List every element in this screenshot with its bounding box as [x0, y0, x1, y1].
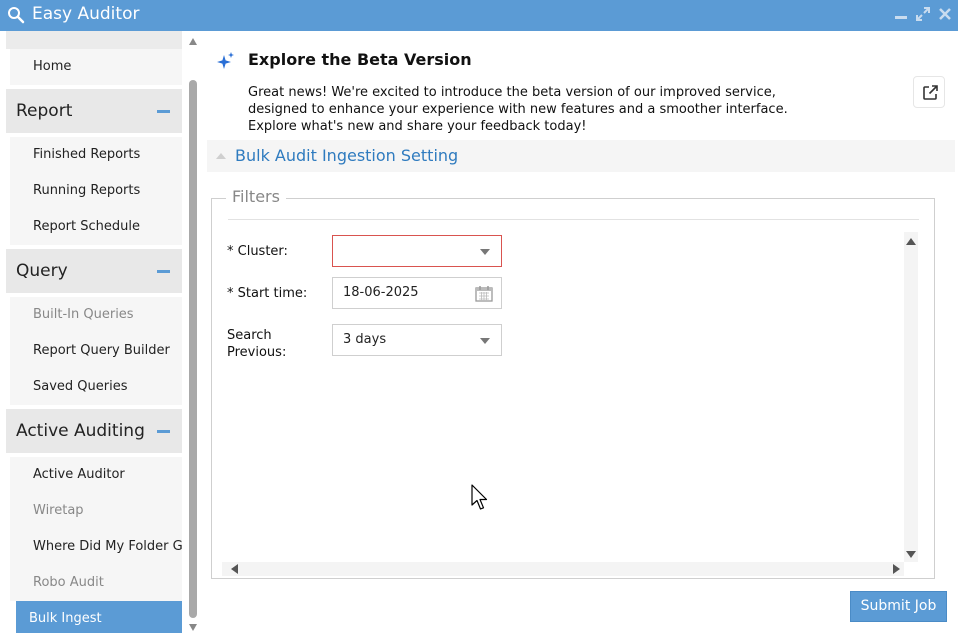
- search-previous-select[interactable]: 3 days: [332, 324, 502, 356]
- external-link-icon: [923, 85, 938, 100]
- filters-divider: [228, 219, 919, 220]
- collapse-icon[interactable]: [157, 270, 170, 273]
- sidebar-item-running-reports[interactable]: Running Reports: [10, 173, 182, 209]
- collapse-triangle-icon[interactable]: [216, 153, 226, 159]
- sidebar-item-report-schedule[interactable]: Report Schedule: [10, 209, 182, 245]
- sidebar-item-saved-queries[interactable]: Saved Queries: [10, 369, 182, 405]
- sidebar-scrollbar[interactable]: [187, 36, 199, 633]
- sidebar-item-report-query-builder[interactable]: Report Query Builder: [10, 333, 182, 369]
- scroll-down-arrow-icon[interactable]: [189, 624, 197, 631]
- banner-title: Explore the Beta Version: [248, 50, 472, 69]
- sidebar-item-active-auditor[interactable]: Active Auditor: [10, 457, 182, 493]
- search-previous-value: 3 days: [343, 332, 387, 347]
- sidebar-item-where-did-my-folder-go[interactable]: Where Did My Folder Go?: [10, 529, 182, 565]
- filters-horizontal-scrollbar[interactable]: [222, 562, 904, 576]
- sidebar-group-report[interactable]: Report: [6, 89, 182, 133]
- sidebar-item-wiretap[interactable]: Wiretap: [10, 493, 182, 529]
- chevron-down-icon: [480, 249, 490, 255]
- search-icon[interactable]: [7, 6, 25, 24]
- section-title: Bulk Audit Ingestion Setting: [235, 146, 459, 165]
- sidebar-group-label: Query: [16, 261, 68, 281]
- sidebar-item-bulk-ingest[interactable]: Bulk Ingest: [16, 601, 182, 633]
- bulk-audit-ingestion-section-header[interactable]: Bulk Audit Ingestion Setting: [207, 140, 955, 172]
- sidebar-group-label: Active Auditing: [16, 421, 145, 441]
- sidebar-nav: Home Report Finished Reports Running Rep…: [6, 31, 182, 633]
- collapse-icon[interactable]: [157, 110, 170, 113]
- app-title: Easy Auditor: [32, 4, 140, 24]
- cluster-label: * Cluster:: [227, 244, 288, 259]
- start-time-field[interactable]: 18-06-2025: [332, 277, 502, 309]
- close-icon[interactable]: [937, 6, 953, 22]
- scroll-up-arrow-icon[interactable]: [906, 238, 916, 245]
- filters-vertical-scrollbar[interactable]: [904, 232, 918, 562]
- scroll-up-arrow-icon[interactable]: [189, 38, 197, 45]
- sidebar-item-built-in-queries[interactable]: Built-In Queries: [10, 297, 182, 333]
- sidebar-item-finished-reports[interactable]: Finished Reports: [10, 137, 182, 173]
- scrollbar-thumb[interactable]: [189, 80, 197, 618]
- sidebar-top-strip: [6, 31, 182, 49]
- submit-job-button[interactable]: Submit Job: [850, 591, 947, 622]
- collapse-icon[interactable]: [157, 430, 170, 433]
- title-bar: Easy Auditor: [0, 0, 958, 31]
- sidebar-group-active-auditing[interactable]: Active Auditing: [6, 409, 182, 453]
- mouse-cursor-icon: [471, 484, 488, 510]
- calendar-icon[interactable]: [475, 285, 493, 302]
- sidebar-group-query[interactable]: Query: [6, 249, 182, 293]
- filters-content-area: [212, 230, 918, 562]
- sidebar-item-robo-audit[interactable]: Robo Audit: [10, 565, 182, 601]
- minimize-icon[interactable]: [893, 6, 909, 22]
- banner-message: Great news! We're excited to introduce t…: [248, 85, 788, 134]
- easy-auditor-window: Easy Auditor Home Report Finished Report…: [0, 0, 958, 633]
- sparkles-icon: [217, 52, 234, 69]
- scroll-left-arrow-icon[interactable]: [231, 564, 238, 574]
- search-previous-label-line2: Previous:: [227, 345, 287, 360]
- sidebar-group-label: Report: [16, 101, 73, 121]
- start-time-label: * Start time:: [227, 286, 308, 301]
- scroll-right-arrow-icon[interactable]: [893, 564, 900, 574]
- open-external-button[interactable]: [913, 76, 945, 108]
- cluster-select[interactable]: [332, 235, 502, 267]
- scroll-down-arrow-icon[interactable]: [906, 551, 916, 558]
- search-previous-label: Search: [227, 328, 272, 343]
- start-time-value: 18-06-2025: [343, 285, 419, 300]
- sidebar-item-home[interactable]: Home: [10, 49, 182, 85]
- maximize-icon[interactable]: [915, 6, 931, 22]
- filters-legend: Filters: [226, 187, 286, 206]
- chevron-down-icon: [480, 338, 490, 344]
